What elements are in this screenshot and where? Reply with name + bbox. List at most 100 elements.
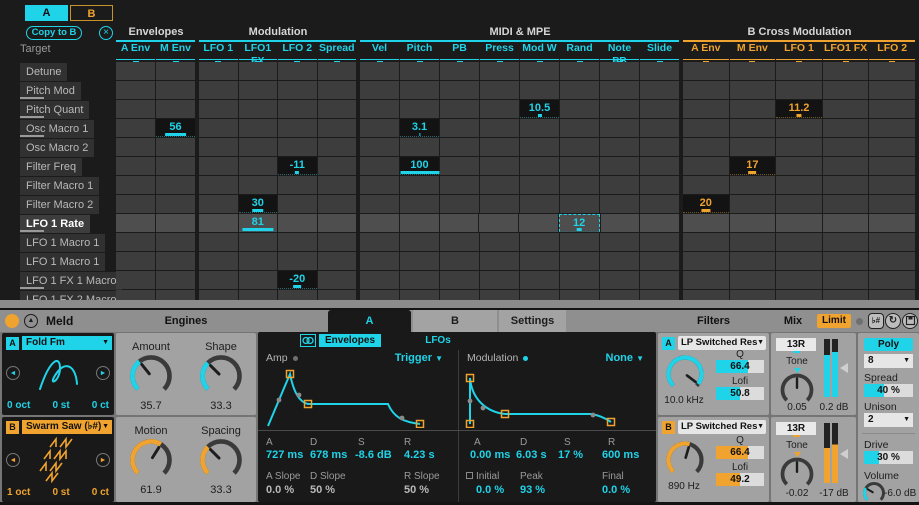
matrix-cell[interactable] <box>869 62 915 80</box>
mod-release-value[interactable]: 600 ms <box>602 449 639 461</box>
drive-slider[interactable]: 30 % <box>864 451 913 464</box>
matrix-cell[interactable] <box>278 119 317 137</box>
matrix-cell[interactable] <box>360 214 399 232</box>
matrix-cell[interactable] <box>278 233 317 251</box>
matrix-cell[interactable] <box>318 100 357 118</box>
matrix-cell[interactable] <box>730 119 776 137</box>
matrix-tab-b[interactable]: B <box>70 5 113 21</box>
matrix-cell[interactable] <box>318 271 357 289</box>
matrix-cell[interactable] <box>560 62 599 80</box>
spread-slider[interactable]: 40 % <box>864 384 913 397</box>
matrix-scrollbar[interactable] <box>0 300 919 308</box>
matrix-cell[interactable] <box>869 157 915 175</box>
filter-b-chip[interactable]: B <box>662 421 675 434</box>
matrix-cell[interactable] <box>640 138 679 156</box>
matrix-cell[interactable] <box>199 119 238 137</box>
matrix-cell[interactable] <box>730 252 776 270</box>
matrix-cell[interactable] <box>199 81 238 99</box>
matrix-cell[interactable] <box>199 100 238 118</box>
matrix-cell[interactable] <box>520 157 559 175</box>
matrix-cell[interactable]: 17 <box>730 157 776 175</box>
subtab-lfos[interactable]: LFOs <box>418 334 458 347</box>
matrix-cell[interactable] <box>116 119 155 137</box>
matrix-cell[interactable] <box>116 157 155 175</box>
matrix-cell[interactable] <box>360 233 399 251</box>
amp-aslope-value[interactable]: 0.0 % <box>266 484 294 496</box>
matrix-cell[interactable] <box>116 138 155 156</box>
mix-a-level-value[interactable]: 0.2 dB <box>813 402 855 413</box>
target-row-label[interactable]: LFO 1 Macro 1 <box>0 252 116 270</box>
matrix-cell[interactable] <box>600 119 639 137</box>
matrix-cell[interactable] <box>776 233 822 251</box>
fold-arrow-icon[interactable]: ▲ <box>24 314 38 328</box>
matrix-cell[interactable] <box>730 214 776 232</box>
matrix-cell[interactable] <box>480 81 519 99</box>
matrix-cell[interactable] <box>683 214 729 232</box>
unison-select[interactable]: 2▼ <box>864 413 913 427</box>
matrix-cell[interactable] <box>116 233 155 251</box>
engine-a-osc-select[interactable]: Fold Fm▼ <box>22 336 112 350</box>
engine-a-ct[interactable]: 0 ct <box>92 400 109 411</box>
matrix-cell[interactable] <box>730 62 776 80</box>
matrix-cell[interactable] <box>278 62 317 80</box>
matrix-cell[interactable] <box>199 195 238 213</box>
filter-b-q-slider[interactable]: 66.4 <box>716 446 764 459</box>
spacing-value[interactable]: 33.3 <box>186 484 256 496</box>
matrix-cell[interactable] <box>519 214 558 232</box>
matrix-cell[interactable] <box>683 62 729 80</box>
matrix-cell[interactable] <box>480 271 519 289</box>
matrix-cell[interactable] <box>520 176 559 194</box>
amount-knob[interactable] <box>130 355 172 397</box>
matrix-cell[interactable] <box>869 214 915 232</box>
filter-a-chip[interactable]: A <box>662 337 675 350</box>
matrix-cell[interactable] <box>239 138 278 156</box>
matrix-cell[interactable] <box>440 62 479 80</box>
matrix-cell[interactable] <box>116 62 155 80</box>
spacing-knob[interactable] <box>200 439 242 481</box>
matrix-cell[interactable] <box>480 176 519 194</box>
matrix-cell[interactable] <box>683 119 729 137</box>
matrix-cell[interactable] <box>239 233 278 251</box>
mod-final-value[interactable]: 0.0 % <box>602 484 630 496</box>
matrix-cell[interactable] <box>400 214 439 232</box>
matrix-cell[interactable] <box>360 271 399 289</box>
matrix-cell[interactable] <box>683 100 729 118</box>
matrix-cell[interactable] <box>730 195 776 213</box>
motion-value[interactable]: 61.9 <box>116 484 186 496</box>
matrix-cell[interactable] <box>199 271 238 289</box>
matrix-cell[interactable] <box>480 252 519 270</box>
filter-a-freq-knob[interactable] <box>666 355 704 393</box>
matrix-cell[interactable] <box>640 176 679 194</box>
matrix-cell[interactable] <box>683 233 729 251</box>
close-icon[interactable]: × <box>99 26 113 40</box>
matrix-cell[interactable] <box>776 138 822 156</box>
amp-sustain-value[interactable]: -8.6 dB <box>355 449 392 461</box>
matrix-cell[interactable] <box>278 138 317 156</box>
matrix-cell[interactable] <box>400 138 439 156</box>
link-envelopes-icon[interactable] <box>300 334 316 347</box>
filter-b-lofi-slider[interactable]: 49.2 <box>716 473 764 486</box>
engine-a-next-icon[interactable]: ► <box>96 366 110 380</box>
engine-b-chip[interactable]: B <box>6 421 19 434</box>
matrix-cell[interactable] <box>239 252 278 270</box>
matrix-cell[interactable]: -20 <box>278 271 317 289</box>
amp-attack-value[interactable]: 727 ms <box>266 449 303 461</box>
matrix-cell[interactable]: 81 <box>239 214 278 232</box>
matrix-cell[interactable] <box>776 157 822 175</box>
matrix-cell[interactable] <box>869 271 915 289</box>
matrix-cell[interactable] <box>318 138 357 156</box>
shape-knob[interactable] <box>200 355 242 397</box>
matrix-cell[interactable] <box>823 252 869 270</box>
matrix-cell[interactable] <box>520 81 559 99</box>
matrix-cell[interactable] <box>480 157 519 175</box>
matrix-cell[interactable] <box>730 138 776 156</box>
engine-b-prev-icon[interactable]: ◄ <box>6 453 20 467</box>
matrix-cell[interactable] <box>116 176 155 194</box>
shape-value[interactable]: 33.3 <box>186 400 256 412</box>
device-activator-icon[interactable] <box>5 314 19 328</box>
matrix-cell[interactable] <box>318 62 357 80</box>
matrix-cell[interactable] <box>116 252 155 270</box>
volume-value[interactable]: -6.0 dB <box>884 488 916 499</box>
matrix-cell[interactable] <box>560 252 599 270</box>
tab-a[interactable]: A <box>328 310 411 332</box>
